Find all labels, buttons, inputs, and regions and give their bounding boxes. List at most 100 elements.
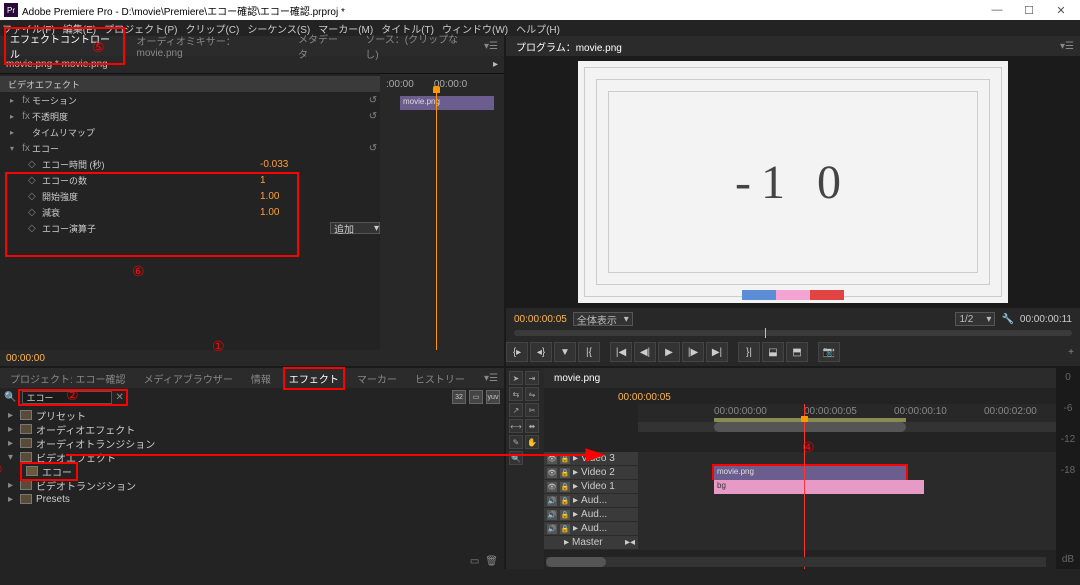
panel-menu-icon[interactable]: ▾☰ (484, 373, 498, 384)
timeline-h-scrollbar[interactable] (546, 557, 606, 567)
zoom-tool[interactable]: 🔍 (509, 451, 523, 465)
mark-out-button[interactable]: ◂} (530, 342, 552, 362)
presets-folder[interactable]: Presets (36, 494, 70, 505)
tab-history[interactable]: ヒストリー (411, 369, 469, 388)
tab-media-browser[interactable]: メディアブラウザー (140, 369, 237, 388)
timeline-timecode[interactable]: 00:00:00:05 (558, 392, 671, 403)
audio-effects-folder[interactable]: オーディオエフェクト (36, 422, 135, 437)
maximize-button[interactable]: ☐ (1014, 1, 1044, 19)
mark-in-button[interactable]: {▸ (506, 342, 528, 362)
razor-tool[interactable]: ✂ (525, 403, 539, 417)
motion-row[interactable]: モーション (32, 94, 366, 107)
track-lock-icon[interactable]: 🔒 (560, 496, 570, 506)
selection-tool[interactable]: ➤ (509, 371, 523, 385)
track-eye-icon[interactable]: 👁 (547, 468, 557, 478)
fx-filter-32-icon[interactable]: 32 (452, 390, 466, 404)
wrench-icon[interactable]: 🔧 (1001, 314, 1013, 325)
program-scrubber[interactable] (514, 330, 1072, 336)
resolution-dropdown[interactable]: 1/2▾ (955, 312, 995, 326)
minimize-button[interactable]: ― (982, 1, 1012, 19)
echo-operator-dropdown[interactable]: 追加▾ (330, 222, 380, 234)
frame-back-button[interactable]: ◀| (634, 342, 656, 362)
track-lock-icon[interactable]: 🔒 (560, 468, 570, 478)
pen-tool[interactable]: ✎ (509, 435, 523, 449)
track-eye-icon[interactable]: 👁 (547, 482, 557, 492)
fx-filter-hw-icon[interactable]: ▭ (469, 390, 483, 404)
fx-filter-yuv-icon[interactable]: yuv (486, 390, 500, 404)
panel-menu-icon[interactable]: ▾☰ (1060, 41, 1074, 52)
tab-source[interactable]: ソース：(クリップなし) (361, 29, 474, 63)
clear-search-icon[interactable]: ✕ (115, 392, 123, 403)
add-transport-button[interactable]: + (1068, 347, 1080, 358)
ripple-tool[interactable]: ⇆ (509, 387, 523, 401)
tab-project[interactable]: プロジェクト: エコー確認 (6, 369, 130, 388)
slide-tool[interactable]: ⬌ (525, 419, 539, 433)
track-speaker-icon[interactable]: 🔊 (547, 510, 557, 520)
goto-in-button[interactable]: |{ (578, 342, 600, 362)
reset-icon[interactable]: ↺ (366, 111, 380, 122)
tab-info[interactable]: 情報 (247, 369, 275, 388)
program-tc-right[interactable]: 00:00:00:11 (1020, 314, 1072, 325)
audio-trans-folder[interactable]: オーディオトランジション (36, 436, 155, 451)
annotation-2: ② (66, 388, 79, 405)
play-button[interactable]: ▶ (658, 342, 680, 362)
new-bin-icon[interactable]: ▭ (470, 556, 479, 567)
ec-timecode[interactable]: 00:00:00 (6, 353, 45, 364)
echo-row[interactable]: エコー (32, 142, 366, 155)
tab-effect-controls[interactable]: エフェクトコントロール (6, 29, 123, 63)
panel-menu-icon[interactable]: ▾☰ (484, 41, 498, 52)
video-trans-folder[interactable]: ビデオトランジション (36, 478, 136, 493)
echo-time-value[interactable]: -0.033 (260, 159, 380, 170)
program-tc-left[interactable]: 00:00:00:05 (514, 314, 567, 325)
hand-tool[interactable]: ✋ (525, 435, 539, 449)
video-effects-section: ビデオエフェクト (0, 76, 380, 92)
tab-markers[interactable]: マーカー (353, 369, 401, 388)
lift-button[interactable]: ⬓ (762, 342, 784, 362)
zoom-fit-dropdown[interactable]: 全体表示▾ (573, 312, 633, 326)
tab-audio-mixer[interactable]: オーディオミキサー：movie.png (133, 31, 284, 61)
close-button[interactable]: ✕ (1046, 1, 1076, 19)
rolling-tool[interactable]: ⇋ (525, 387, 539, 401)
ec-mini-timeline[interactable]: :00:0000:00:0 movie.png (380, 74, 504, 350)
timeline-zoom-scrollbar[interactable] (714, 422, 906, 432)
slip-tool[interactable]: ⟷ (509, 419, 523, 433)
tab-metadata[interactable]: メタデータ (294, 29, 351, 63)
menu-help[interactable]: ヘルプ(H) (516, 21, 560, 36)
track-speaker-icon[interactable]: 🔊 (547, 496, 557, 506)
step-back-button[interactable]: |◀ (610, 342, 632, 362)
echo-effect-item[interactable]: エコー (42, 464, 72, 479)
search-icon: 🔍 (4, 392, 16, 403)
video-effects-folder[interactable]: ビデオエフェクト (36, 450, 116, 465)
ec-toggle-icon[interactable]: ▸ (493, 59, 498, 70)
goto-out-button[interactable]: }| (738, 342, 760, 362)
reset-icon[interactable]: ↺ (366, 95, 380, 106)
effects-tree: ▸プリセット ▸オーディオエフェクト ▸オーディオトランジション ▾ビデオエフェ… (0, 406, 504, 553)
extract-button[interactable]: ⬒ (786, 342, 808, 362)
frame-fwd-button[interactable]: |▶ (682, 342, 704, 362)
preset-folder[interactable]: プリセット (36, 408, 86, 423)
timeremap-row[interactable]: タイムリマップ (32, 126, 380, 139)
track-eye-icon[interactable]: 👁 (547, 454, 557, 464)
track-lock-icon[interactable]: 🔒 (560, 482, 570, 492)
track-speaker-icon[interactable]: 🔊 (547, 524, 557, 534)
clip-movie-png[interactable]: movie.png (714, 466, 906, 480)
track-lock-icon[interactable]: 🔒 (560, 524, 570, 534)
tab-program[interactable]: プログラム：movie.png (512, 37, 626, 56)
track-select-tool[interactable]: ⇥ (525, 371, 539, 385)
program-viewer[interactable]: -1 0 (506, 56, 1080, 308)
opacity-row[interactable]: 不透明度 (32, 110, 366, 123)
timeline-sequence-tab[interactable]: movie.png (550, 371, 604, 386)
track-lock-icon[interactable]: 🔒 (560, 510, 570, 520)
ec-playhead[interactable] (436, 92, 437, 350)
clip-bg[interactable]: bg (714, 480, 924, 494)
timeline-tracks-area[interactable]: 00:00:00:00 00:00:00:05 00:00:00:10 00:0… (638, 404, 1080, 569)
add-marker-button[interactable]: ▼ (554, 342, 576, 362)
timeline-playhead[interactable] (804, 404, 805, 569)
reset-icon[interactable]: ↺ (366, 143, 380, 154)
step-fwd-button[interactable]: ▶| (706, 342, 728, 362)
rate-tool[interactable]: ↗ (509, 403, 523, 417)
track-lock-icon[interactable]: 🔒 (560, 454, 570, 464)
export-frame-button[interactable]: 📷 (818, 342, 840, 362)
tab-effects[interactable]: エフェクト (285, 369, 343, 388)
trash-icon[interactable]: 🗑 (485, 556, 498, 567)
